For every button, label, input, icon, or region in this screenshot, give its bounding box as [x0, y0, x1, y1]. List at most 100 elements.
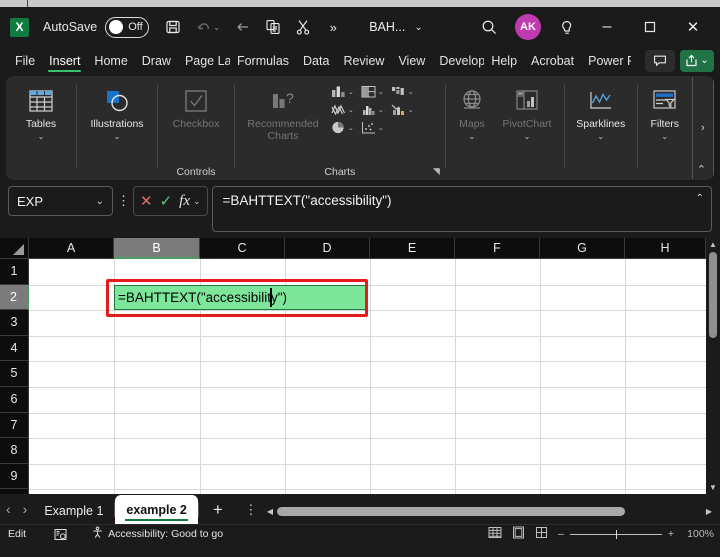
close-button[interactable]: ✕ [672, 11, 714, 43]
scatter-chart-icon[interactable]: ⌄ [357, 119, 387, 136]
charts-dialog-launcher-icon[interactable]: ◥ [433, 166, 440, 177]
chevron-down-icon[interactable]: ⌄ [524, 131, 531, 143]
more-commands-icon[interactable]: » [319, 13, 347, 41]
maximize-button[interactable] [629, 11, 671, 43]
checkbox-button[interactable]: Checkbox [162, 80, 230, 130]
column-header-e[interactable]: E [370, 238, 455, 259]
formula-input[interactable]: =BAHTTEXT("accessibility") ⌃ [212, 186, 712, 232]
horizontal-scrollbar-track[interactable] [277, 507, 702, 516]
tab-view[interactable]: View [391, 47, 432, 74]
ribbon-collapse-icon[interactable]: ⌃ [697, 163, 706, 176]
enter-formula-icon[interactable]: ✓ [160, 194, 173, 209]
maps-button[interactable]: Maps ⌄ [450, 80, 494, 143]
hierarchy-chart-icon[interactable]: ⌄ [357, 83, 387, 100]
expand-formula-bar-icon[interactable]: ⌃ [696, 193, 704, 204]
chevron-down-icon[interactable]: ⌄ [597, 131, 604, 143]
search-icon[interactable] [471, 12, 507, 42]
tab-page-layout[interactable]: Page Layo [178, 47, 230, 74]
zoom-out-button[interactable]: – [558, 528, 564, 540]
scissors-icon[interactable] [289, 13, 317, 41]
next-sheet-icon[interactable]: › [23, 501, 28, 517]
tab-help[interactable]: Help [484, 47, 524, 74]
share-icon[interactable]: ⌄ [680, 50, 714, 72]
row-header-5[interactable]: 5 [0, 361, 29, 387]
filters-button[interactable]: Filters ⌄ [642, 80, 688, 143]
scroll-down-arrow-icon[interactable]: ▼ [709, 481, 717, 494]
save-icon[interactable] [159, 13, 187, 41]
illustrations-button[interactable]: Illustrations ⌄ [81, 80, 153, 143]
row-header-8[interactable]: 8 [0, 438, 29, 464]
tab-draw[interactable]: Draw [135, 47, 178, 74]
tab-formulas[interactable]: Formulas [230, 47, 296, 74]
tab-file[interactable]: File [8, 47, 42, 74]
column-header-g[interactable]: G [540, 238, 625, 259]
row-header-6[interactable]: 6 [0, 387, 29, 413]
chevron-down-icon[interactable]: ⌄ [114, 131, 121, 143]
zoom-slider-track[interactable] [570, 534, 662, 535]
minimize-button[interactable]: – [586, 11, 628, 43]
horizontal-scrollbar-thumb[interactable] [277, 507, 625, 516]
autosave-toggle[interactable]: Off [105, 17, 149, 38]
column-header-b[interactable]: B [114, 238, 200, 259]
comment-icon[interactable] [645, 50, 675, 72]
tab-review[interactable]: Review [336, 47, 391, 74]
tab-insert[interactable]: Insert [42, 47, 87, 74]
vertical-scrollbar-thumb[interactable] [709, 252, 717, 338]
hscroll-left-arrow-icon[interactable]: ◀ [267, 507, 273, 516]
tables-button[interactable]: Tables ⌄ [10, 80, 72, 143]
chevron-down-icon[interactable]: ⌄ [661, 131, 668, 143]
column-chart-icon[interactable]: ⌄ [327, 83, 357, 100]
histogram-chart-icon[interactable]: ⌄ [357, 101, 387, 118]
sheet-tab-example-2[interactable]: example 2 [115, 495, 197, 524]
column-header-f[interactable]: F [455, 238, 540, 259]
waterfall-chart-icon[interactable]: ⌄ [387, 83, 417, 100]
recommended-charts-button[interactable]: ? Recommended Charts [239, 80, 327, 142]
chevron-down-icon[interactable]: ⌄ [193, 196, 201, 207]
line-chart-icon[interactable]: ⌄ [327, 101, 357, 118]
chevron-down-icon[interactable]: ⌄ [96, 196, 104, 207]
zoom-in-button[interactable]: + [668, 528, 674, 540]
row-header-3[interactable]: 3 [0, 310, 29, 336]
zoom-slider[interactable]: – + [558, 528, 674, 540]
chevron-down-icon[interactable]: ⌄ [414, 22, 422, 33]
accessibility-status[interactable]: Accessibility: Good to go [91, 526, 223, 542]
document-name[interactable]: BAH... ⌄ [369, 20, 423, 34]
row-header-7[interactable]: 7 [0, 413, 29, 439]
zoom-percent-label[interactable]: 100% [684, 528, 714, 540]
chevron-down-icon[interactable]: ⌄ [38, 131, 45, 143]
sheet-list-menu-icon[interactable]: ⋮ [237, 495, 265, 524]
tab-home[interactable]: Home [87, 47, 134, 74]
insert-function-icon[interactable]: fx [179, 193, 190, 210]
column-header-a[interactable]: A [29, 238, 114, 259]
sparklines-button[interactable]: Sparklines ⌄ [569, 80, 633, 143]
chevron-down-icon[interactable]: ⌄ [469, 131, 476, 143]
row-header-2[interactable]: 2 [0, 285, 29, 311]
copy-icon[interactable] [259, 13, 287, 41]
vertical-scrollbar[interactable]: ▲ ▼ [706, 238, 720, 494]
redo-icon[interactable] [229, 13, 257, 41]
prev-sheet-icon[interactable]: ‹ [6, 501, 11, 517]
tab-developer[interactable]: Develope [432, 47, 484, 74]
tab-acrobat[interactable]: Acrobat [524, 47, 581, 74]
column-header-h[interactable]: H [625, 238, 706, 259]
tab-data[interactable]: Data [296, 47, 336, 74]
hscroll-right-arrow-icon[interactable]: ▶ [706, 507, 712, 516]
add-sheet-button[interactable]: + [199, 495, 237, 524]
row-header-1[interactable]: 1 [0, 259, 29, 285]
page-break-view-icon[interactable] [535, 526, 548, 542]
normal-view-icon[interactable] [488, 526, 502, 542]
sheet-tab-example-1[interactable]: Example 1 [33, 498, 114, 524]
horizontal-scrollbar[interactable]: ◀ ▶ [267, 503, 712, 519]
column-header-d[interactable]: D [285, 238, 370, 259]
undo-icon[interactable]: ⌄ [189, 13, 227, 41]
record-macro-icon[interactable] [54, 528, 67, 541]
page-layout-view-icon[interactable] [512, 526, 525, 542]
cancel-formula-icon[interactable]: ✕ [140, 194, 153, 209]
combo-chart-icon[interactable]: ⌄ [387, 101, 417, 118]
row-header-4[interactable]: 4 [0, 336, 29, 362]
cell-area[interactable]: =BAHTTEXT("accessibility") [29, 259, 720, 494]
row-header-9[interactable]: 9 [0, 464, 29, 490]
select-all-corner[interactable] [0, 238, 29, 259]
avatar[interactable]: AK [515, 14, 541, 40]
pivotchart-button[interactable]: PivotChart ⌄ [494, 80, 560, 143]
